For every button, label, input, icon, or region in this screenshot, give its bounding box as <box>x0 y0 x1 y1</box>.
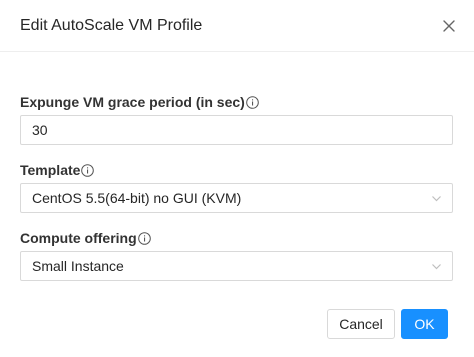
compute-offering-selected-value: Small Instance <box>32 258 124 274</box>
template-selected-value: CentOS 5.5(64-bit) no GUI (KVM) <box>32 190 242 206</box>
edit-autoscale-vm-profile-dialog: Edit AutoScale VM Profile Expunge VM gra… <box>0 0 474 357</box>
expunge-grace-period-input[interactable] <box>20 115 453 145</box>
compute-offering-select[interactable]: Small Instance <box>20 251 453 281</box>
dialog-title: Edit AutoScale VM Profile <box>20 17 203 34</box>
template-select[interactable]: CentOS 5.5(64-bit) no GUI (KVM) <box>20 183 453 213</box>
info-circle-icon[interactable] <box>81 163 95 177</box>
close-button[interactable] <box>440 17 458 35</box>
compute-offering-field: Compute offering Small Instance <box>20 229 453 281</box>
info-circle-icon[interactable] <box>246 95 259 109</box>
info-circle-icon[interactable] <box>137 231 151 245</box>
chevron-down-icon <box>431 261 442 272</box>
ok-button[interactable]: OK <box>401 309 448 339</box>
compute-offering-label-row: Compute offering <box>20 229 453 247</box>
compute-offering-label: Compute offering <box>20 230 137 246</box>
template-field: Template CentOS 5.5(64-bit) no GUI (KVM) <box>20 161 453 213</box>
cancel-button[interactable]: Cancel <box>327 309 395 339</box>
close-icon <box>440 17 458 35</box>
expunge-grace-period-field: Expunge VM grace period (in sec) <box>20 93 453 145</box>
chevron-down-icon <box>431 193 442 204</box>
expunge-grace-period-label-row: Expunge VM grace period (in sec) <box>20 93 453 111</box>
template-label-row: Template <box>20 161 453 179</box>
expunge-grace-period-label: Expunge VM grace period (in sec) <box>20 94 245 110</box>
template-label: Template <box>20 162 81 178</box>
dialog-header: Edit AutoScale VM Profile <box>0 0 474 52</box>
